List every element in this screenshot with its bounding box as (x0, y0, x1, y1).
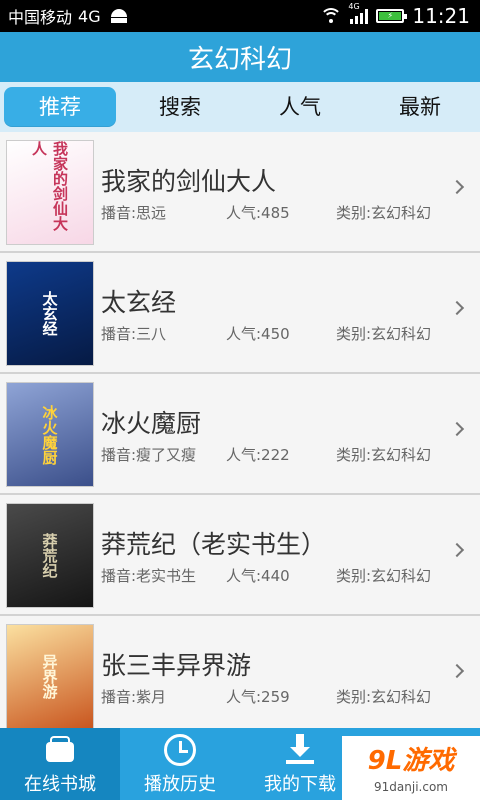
book-category: 类别:玄幻科幻 (336, 204, 432, 222)
book-category: 类别:玄幻科幻 (336, 325, 432, 343)
book-anchor: 播音:思远 (101, 204, 167, 222)
clock-time: 11:21 (412, 4, 470, 28)
book-cover: 我家的剑仙大人 (6, 140, 94, 245)
battery-icon: ⚡ (376, 9, 408, 23)
list-item[interactable]: 莽荒纪 莽荒纪（老实书生） 播音:老实书生 人气:440 类别:玄幻科幻 (0, 495, 480, 616)
wifi-icon (320, 8, 343, 24)
book-cover: 异界游 (6, 624, 94, 728)
android-icon (109, 9, 129, 23)
book-cover: 太玄经 (6, 261, 94, 366)
book-anchor: 播音:瘦了又瘦 (101, 446, 197, 464)
book-anchor: 播音:紫月 (101, 688, 167, 706)
book-category: 类别:玄幻科幻 (336, 446, 432, 464)
book-cover: 冰火魔厨 (6, 382, 94, 487)
tab-bar: 推荐 搜索 人气 最新 (0, 82, 480, 132)
book-list: 我家的剑仙大人 我家的剑仙大人 播音:思远 人气:485 类别:玄幻科幻 太玄经… (0, 132, 480, 728)
book-popularity: 人气:259 (226, 688, 290, 706)
tab-recommend[interactable]: 推荐 (4, 87, 116, 127)
nav-play-history[interactable]: 播放历史 (120, 728, 240, 800)
watermark-url: 91danji.com (374, 780, 448, 794)
chevron-right-icon[interactable] (449, 663, 465, 679)
book-title: 张三丰异界游 (101, 651, 252, 680)
carrier-name: 中国移动 (8, 8, 73, 27)
book-anchor: 播音:老实书生 (101, 567, 197, 585)
book-popularity: 人气:440 (226, 567, 290, 585)
book-cover: 莽荒纪 (6, 503, 94, 608)
book-popularity: 人气:450 (226, 325, 290, 343)
status-bar: 中国移动 4G 4G ⚡ 11:21 (0, 0, 480, 32)
chevron-right-icon[interactable] (449, 179, 465, 195)
chevron-right-icon[interactable] (449, 300, 465, 316)
chevron-right-icon[interactable] (449, 421, 465, 437)
chevron-right-icon[interactable] (449, 542, 465, 558)
clock-icon (164, 734, 196, 766)
list-item[interactable]: 异界游 张三丰异界游 播音:紫月 人气:259 类别:玄幻科幻 (0, 616, 480, 728)
download-icon (284, 734, 316, 766)
list-item[interactable]: 冰火魔厨 冰火魔厨 播音:瘦了又瘦 人气:222 类别:玄幻科幻 (0, 374, 480, 495)
book-popularity: 人气:485 (226, 204, 290, 222)
list-item[interactable]: 我家的剑仙大人 我家的剑仙大人 播音:思远 人气:485 类别:玄幻科幻 (0, 132, 480, 253)
book-popularity: 人气:222 (226, 446, 290, 464)
tab-search[interactable]: 搜索 (124, 87, 236, 127)
wallet-icon (44, 734, 76, 766)
watermark-logo: 9L游戏 (367, 746, 455, 776)
network-type: 4G (78, 6, 101, 26)
book-category: 类别:玄幻科幻 (336, 567, 432, 585)
tab-latest[interactable]: 最新 (364, 87, 476, 127)
signal-tag: 4G (348, 2, 360, 11)
book-title: 我家的剑仙大人 (101, 167, 277, 196)
watermark: 9L游戏 91danji.com (342, 736, 480, 800)
book-title: 冰火魔厨 (101, 409, 202, 438)
book-category: 类别:玄幻科幻 (336, 688, 432, 706)
book-title: 莽荒纪（老实书生） (101, 530, 327, 559)
page-title: 玄幻科幻 (0, 32, 480, 82)
nav-online-store[interactable]: 在线书城 (0, 728, 120, 800)
book-anchor: 播音:三八 (101, 325, 167, 343)
tab-popular[interactable]: 人气 (244, 87, 356, 127)
book-title: 太玄经 (101, 288, 177, 317)
signal-icon: 4G (348, 2, 369, 24)
nav-label: 播放历史 (144, 774, 216, 795)
list-item[interactable]: 太玄经 太玄经 播音:三八 人气:450 类别:玄幻科幻 (0, 253, 480, 374)
nav-label: 在线书城 (24, 774, 96, 795)
